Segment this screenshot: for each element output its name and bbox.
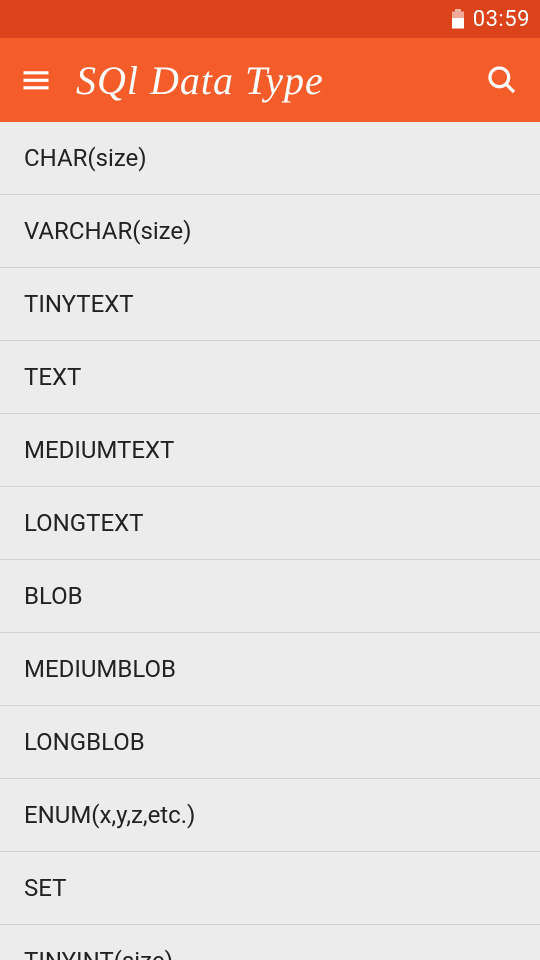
- list-item[interactable]: MEDIUMBLOB: [0, 633, 540, 706]
- list-container: CHAR(size) VARCHAR(size) TINYTEXT TEXT M…: [0, 122, 540, 960]
- battery-icon: [451, 9, 465, 29]
- menu-icon[interactable]: [20, 64, 52, 96]
- list-item-label: LONGBLOB: [24, 728, 145, 756]
- list-item[interactable]: TINYINT(size): [0, 925, 540, 960]
- list-item[interactable]: LONGBLOB: [0, 706, 540, 779]
- list-item[interactable]: LONGTEXT: [0, 487, 540, 560]
- status-bar: 03:59: [0, 0, 540, 38]
- list-item-label: TINYTEXT: [24, 290, 134, 318]
- list-item[interactable]: CHAR(size): [0, 122, 540, 195]
- list-item-label: BLOB: [24, 582, 83, 610]
- list-item-label: VARCHAR(size): [24, 217, 191, 245]
- search-icon[interactable]: [484, 62, 520, 98]
- status-time: 03:59: [473, 7, 530, 32]
- list-item-label: MEDIUMBLOB: [24, 655, 176, 683]
- list-item-label: ENUM(x,y,z,etc.): [24, 801, 195, 829]
- list-item[interactable]: BLOB: [0, 560, 540, 633]
- list-item-label: LONGTEXT: [24, 509, 143, 537]
- list-item-label: TINYINT(size): [24, 947, 173, 960]
- list-item[interactable]: ENUM(x,y,z,etc.): [0, 779, 540, 852]
- list-item-label: MEDIUMTEXT: [24, 436, 174, 464]
- list-item-label: SET: [24, 874, 66, 902]
- page-title: SQl Data Type: [76, 57, 484, 104]
- app-bar: SQl Data Type: [0, 38, 540, 122]
- list-item[interactable]: TEXT: [0, 341, 540, 414]
- list-item[interactable]: VARCHAR(size): [0, 195, 540, 268]
- list-item-label: TEXT: [24, 363, 81, 391]
- list-item[interactable]: SET: [0, 852, 540, 925]
- list-item-label: CHAR(size): [24, 144, 147, 172]
- list-item[interactable]: TINYTEXT: [0, 268, 540, 341]
- list-item[interactable]: MEDIUMTEXT: [0, 414, 540, 487]
